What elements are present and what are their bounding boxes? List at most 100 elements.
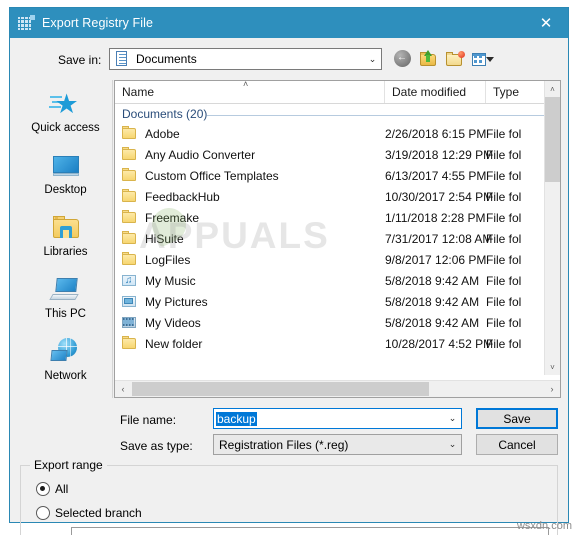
file-list: Name ˄ Date modified Type Documents (20) [114,80,561,398]
radio-export-range-all[interactable]: All [36,482,68,496]
create-new-folder-button[interactable] [445,49,465,69]
save-button[interactable]: Save [476,408,558,429]
table-row[interactable]: New folder 10/28/2017 4:52 PM File fol [115,333,560,354]
column-header-type[interactable]: Type [486,81,542,103]
save-in-label: Save in: [58,53,102,67]
table-row[interactable]: HiSuite 7/31/2017 12:08 AM File fol [115,228,560,249]
row-type-cell: File fol [486,210,522,225]
row-name-cell: My Videos [115,315,385,330]
place-label: Libraries [43,245,88,258]
save-in-combobox[interactable]: Documents ⌄ [109,48,382,70]
table-row[interactable]: FeedbackHub 10/30/2017 2:54 PM File fol [115,186,560,207]
cancel-button[interactable]: Cancel [476,434,558,455]
folder-icon [122,168,138,183]
videos-folder-icon [122,315,138,330]
row-name-cell: Adobe [115,126,385,141]
place-label: Desktop [44,183,87,196]
row-date-cell: 6/13/2017 4:55 PM [385,168,487,183]
window-title: Export Registry File [42,16,154,30]
registry-editor-icon [18,15,35,31]
row-name-cell: Custom Office Templates [115,168,385,183]
column-header-name[interactable]: Name ˄ [115,81,385,103]
table-row[interactable]: My Videos 5/8/2018 9:42 AM File fol [115,312,560,333]
export-range-title: Export range [30,458,107,472]
up-one-level-button[interactable] [419,49,439,69]
table-row[interactable]: Adobe 2/26/2018 6:15 PM File fol [115,123,560,144]
selected-branch-input[interactable] [71,527,549,535]
music-folder-icon: ♫ [122,273,138,288]
row-name-text: Custom Office Templates [145,168,279,183]
radio-indicator [36,506,50,520]
table-row[interactable]: LogFiles 9/8/2017 12:06 PM File fol [115,249,560,270]
row-date-cell: 7/31/2017 12:08 AM [385,231,493,246]
scroll-left-icon[interactable]: ‹ [115,381,131,397]
table-row[interactable]: Freemake 1/11/2018 2:28 PM File fol [115,207,560,228]
pictures-folder-icon [122,294,138,309]
place-network[interactable]: Network [20,328,112,390]
table-row[interactable]: Custom Office Templates 6/13/2017 4:55 P… [115,165,560,186]
row-name-cell: My Pictures [115,294,385,309]
row-date-cell: 5/8/2018 9:42 AM [385,315,480,330]
row-type-cell: File fol [486,294,522,309]
file-list-vertical-scrollbar[interactable]: ˄ ˅ [544,81,560,375]
row-type-cell: File fol [486,126,522,141]
radio-indicator [36,482,50,496]
radio-label: All [55,482,69,496]
row-name-cell: New folder [115,336,385,351]
export-registry-file-dialog: Export Registry File ✕ Save in: Document… [9,7,569,535]
row-type-cell: File fol [486,147,522,162]
file-name-input[interactable]: backup ⌄ [213,408,462,429]
row-date-cell: 3/19/2018 12:29 PM [385,147,494,162]
chevron-down-icon: ⌄ [368,53,377,64]
table-row[interactable]: Any Audio Converter 3/19/2018 12:29 PM F… [115,144,560,165]
screenshot-root: Export Registry File ✕ Save in: Document… [0,0,578,535]
place-label: This PC [45,307,86,320]
close-icon[interactable]: ✕ [524,8,568,38]
row-type-cell: File fol [486,273,522,288]
file-group-header[interactable]: Documents (20) [115,104,560,123]
column-header-label: Date modified [392,85,467,99]
row-date-cell: 10/30/2017 2:54 PM [385,189,494,204]
row-name-cell: Freemake [115,210,385,225]
row-name-text: New folder [145,336,203,351]
row-date-cell: 9/8/2017 12:06 PM [385,252,487,267]
row-name-text: Adobe [145,126,180,141]
place-this-pc[interactable]: This PC [20,266,112,328]
row-name-text: Any Audio Converter [145,147,256,162]
place-quick-access[interactable]: ★ Quick access [20,80,112,142]
radio-export-range-selected-branch[interactable]: Selected branch [36,506,142,520]
scroll-up-icon[interactable]: ˄ [545,81,560,97]
save-as-type-combobox[interactable]: Registration Files (*.reg) ⌄ [213,434,462,455]
file-name-label: File name: [120,413,177,427]
row-date-cell: 1/11/2018 2:28 PM [385,210,486,225]
views-button[interactable] [471,49,494,69]
row-name-text: My Music [145,273,196,288]
horizontal-scroll-thumb[interactable] [132,382,429,396]
libraries-folder-icon [50,213,82,243]
quick-access-star-icon: ★ [49,89,82,119]
this-pc-computer-icon [48,275,82,305]
save-in-value: Documents [136,52,197,66]
file-list-horizontal-scrollbar[interactable]: ‹ › [115,380,560,397]
table-row[interactable]: My Pictures 5/8/2018 9:42 AM File fol [115,291,560,312]
place-libraries[interactable]: Libraries [20,204,112,266]
chevron-down-icon[interactable]: ⌄ [444,414,461,423]
folder-icon [122,210,138,225]
scroll-down-icon[interactable]: ˅ [545,359,560,375]
table-row[interactable]: ♫ My Music 5/8/2018 9:42 AM File fol [115,270,560,291]
row-type-cell: File fol [486,189,522,204]
row-date-cell: 2/26/2018 6:15 PM [385,126,487,141]
save-as-type-label: Save as type: [120,439,193,453]
row-name-cell: FeedbackHub [115,189,385,204]
column-header-date-modified[interactable]: Date modified [385,81,486,103]
row-name-text: Freemake [145,210,200,225]
back-button[interactable]: ← [393,49,413,69]
place-desktop[interactable]: Desktop [20,142,112,204]
vertical-scroll-thumb[interactable] [545,97,560,182]
network-globe-icon [49,337,82,367]
scroll-right-icon[interactable]: › [544,381,560,397]
folder-icon [122,189,138,204]
file-name-value: backup [216,411,257,426]
place-label: Quick access [31,121,100,134]
row-name-cell: LogFiles [115,252,385,267]
